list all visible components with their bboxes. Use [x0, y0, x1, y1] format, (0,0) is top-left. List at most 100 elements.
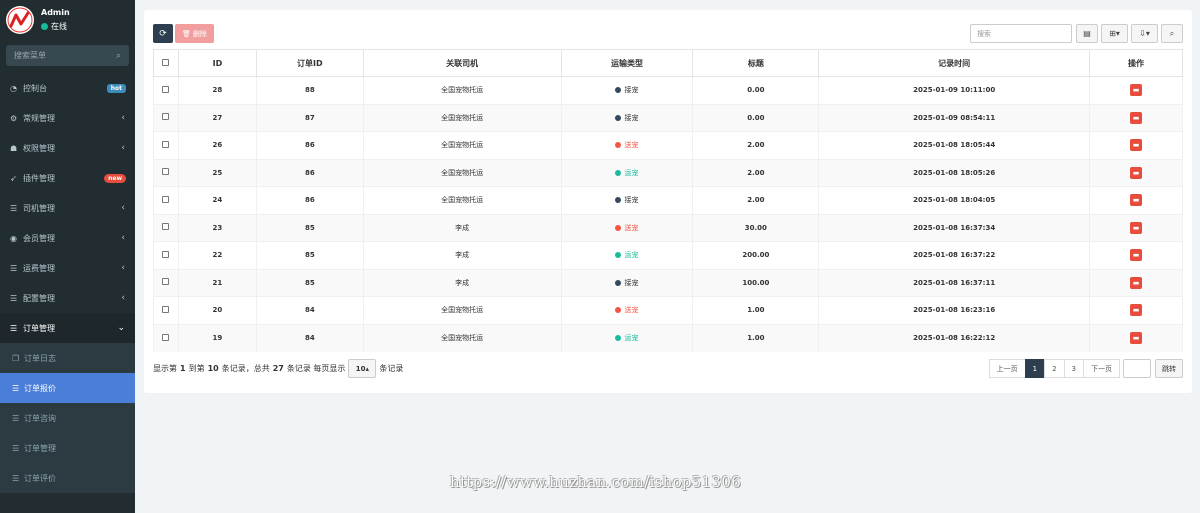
title-cell: 200.00: [692, 241, 820, 269]
delete-button[interactable]: 🗑 删除: [175, 24, 214, 43]
page-button[interactable]: 2: [1044, 359, 1065, 378]
trash-icon: ▬: [1132, 278, 1140, 287]
refresh-button[interactable]: ⟳: [153, 24, 173, 43]
page-size-select[interactable]: 10 ▴: [348, 359, 377, 378]
id-cell: 21: [177, 268, 257, 297]
jump-page-input[interactable]: [1123, 359, 1151, 378]
table-row[interactable]: 27 87 全国宠物托运 接宠 0.00 2025-01-09 08:54:11 ▬: [153, 103, 1183, 132]
table-search-input[interactable]: 搜索: [970, 24, 1072, 43]
row-delete-button[interactable]: ▬: [1130, 166, 1143, 179]
list-icon: ☰: [10, 263, 18, 273]
sidebar-item-auth[interactable]: ☗ 权限管理 ‹: [0, 133, 135, 163]
type-cell: 接宠: [560, 268, 694, 297]
table-row[interactable]: 25 86 全国宠物托运 运宠 2.00 2025-01-08 18:05:26 ▬: [153, 158, 1183, 187]
id-cell: 20: [177, 296, 257, 324]
row-delete-button[interactable]: ▬: [1130, 139, 1143, 152]
sidebar-subitem-order-quote[interactable]: ☰ 订单报价: [0, 373, 135, 403]
order-id-cell: 88: [255, 76, 364, 104]
column-header: 操作: [1089, 49, 1183, 77]
column-header[interactable]: 订单ID: [255, 49, 364, 77]
table-row[interactable]: 23 85 李成 送宠 30.00 2025-01-08 16:37:34 ▬: [153, 213, 1183, 242]
column-header[interactable]: 记录时间: [818, 49, 1091, 77]
table-row[interactable]: 19 84 全国宠物托运 运宠 1.00 2025-01-08 16:22:12 ▬: [153, 323, 1183, 352]
row-delete-button[interactable]: ▬: [1130, 84, 1143, 97]
action-cell: ▬: [1089, 241, 1183, 269]
select-all-checkbox[interactable]: [162, 58, 170, 66]
sidebar-item-addon[interactable]: ➶ 插件管理 new: [0, 163, 135, 193]
row-checkbox[interactable]: [162, 333, 170, 341]
status-dot-icon: [615, 169, 622, 176]
order-id-cell: 85: [255, 241, 364, 269]
column-header[interactable]: 关联司机: [362, 49, 562, 77]
list-icon: ☰: [12, 443, 20, 453]
table-row[interactable]: 28 88 全国宠物托运 接宠 0.00 2025-01-09 10:11:00 ▬: [153, 76, 1183, 104]
list-icon: ☰: [10, 203, 18, 213]
row-delete-button[interactable]: ▬: [1130, 221, 1143, 234]
row-checkbox[interactable]: [162, 305, 170, 313]
toggle-view-button[interactable]: ▤: [1076, 24, 1098, 43]
table-row[interactable]: 21 85 李成 接宠 100.00 2025-01-08 16:37:11 ▬: [153, 268, 1183, 297]
type-cell: 运宠: [560, 241, 694, 269]
title-cell: 100.00: [692, 268, 820, 297]
row-checkbox[interactable]: [162, 85, 170, 93]
prev-page-button[interactable]: 上一页: [988, 359, 1026, 378]
row-checkbox[interactable]: [162, 168, 170, 176]
logo: [6, 6, 34, 34]
sidebar-subitem-order-consult[interactable]: ☰ 订单咨询: [0, 403, 135, 433]
columns-button[interactable]: ⊞▾: [1101, 24, 1128, 43]
menu-search-input[interactable]: [14, 51, 116, 60]
order-id-cell: 86: [255, 186, 364, 214]
row-select-cell: [153, 241, 179, 269]
row-delete-button[interactable]: ▬: [1130, 194, 1143, 207]
row-delete-button[interactable]: ▬: [1130, 111, 1143, 124]
table-row[interactable]: 20 84 全国宠物托运 送宠 1.00 2025-01-08 16:23:16 ▬: [153, 296, 1183, 324]
row-checkbox[interactable]: [162, 113, 170, 121]
column-header[interactable]: 运输类型: [560, 49, 694, 77]
order-id-cell: 85: [255, 213, 364, 242]
sidebar-item-general[interactable]: ⚙ 常规管理 ‹: [0, 103, 135, 133]
sidebar-item-config[interactable]: ☰ 配置管理 ‹: [0, 283, 135, 313]
row-checkbox[interactable]: [162, 140, 170, 148]
chevron-left-icon: ‹: [121, 203, 125, 213]
row-checkbox[interactable]: [162, 250, 170, 258]
row-delete-button[interactable]: ▬: [1130, 332, 1143, 344]
next-page-button[interactable]: 下一页: [1083, 359, 1120, 378]
time-cell: 2025-01-09 08:54:11: [818, 103, 1091, 132]
table-row[interactable]: 24 86 全国宠物托运 接宠 2.00 2025-01-08 18:04:05 ▬: [153, 186, 1183, 214]
order-id-cell: 84: [255, 323, 364, 352]
table-row[interactable]: 26 86 全国宠物托运 送宠 2.00 2025-01-08 18:05:44 ▬: [153, 131, 1183, 159]
sidebar-item-driver[interactable]: ☰ 司机管理 ‹: [0, 193, 135, 223]
action-cell: ▬: [1089, 103, 1183, 132]
chevron-left-icon: ‹: [121, 233, 125, 243]
sidebar-subitem-order-review[interactable]: ☰ 订单评价: [0, 463, 135, 493]
order-id-cell: 84: [255, 296, 364, 324]
row-delete-button[interactable]: ▬: [1130, 276, 1143, 289]
sidebar-item-dashboard[interactable]: ◔ 控制台 hot: [0, 73, 135, 103]
action-cell: ▬: [1089, 158, 1183, 187]
chevron-left-icon: ‹: [121, 293, 125, 303]
export-button[interactable]: ⇩▾: [1131, 24, 1158, 43]
driver-cell: 李成: [362, 268, 562, 297]
row-checkbox[interactable]: [162, 223, 170, 231]
row-delete-button[interactable]: ▬: [1130, 249, 1143, 262]
sidebar-subitem-order-manage[interactable]: ☰ 订单管理: [0, 433, 135, 463]
sidebar-item-order[interactable]: ☰ 订单管理 ⌄: [0, 313, 135, 343]
time-cell: 2025-01-08 18:04:05: [818, 186, 1091, 214]
page-button[interactable]: 1: [1024, 359, 1046, 378]
row-checkbox[interactable]: [162, 278, 170, 286]
id-cell: 19: [177, 323, 257, 352]
watermark: https://www.huzhan.com/ishop51306: [450, 473, 742, 491]
column-header[interactable]: ID: [177, 49, 257, 77]
search-icon[interactable]: ⌕: [116, 51, 121, 61]
page-button[interactable]: 3: [1063, 359, 1084, 378]
table-row[interactable]: 22 85 李成 运宠 200.00 2025-01-08 16:37:22 ▬: [153, 241, 1183, 269]
row-checkbox[interactable]: [162, 195, 170, 203]
type-label: 接宠: [624, 86, 639, 95]
column-header[interactable]: 标题: [692, 49, 820, 77]
jump-button[interactable]: 跳转: [1155, 359, 1183, 378]
sidebar-item-freight[interactable]: ☰ 运费管理 ‹: [0, 253, 135, 283]
sidebar-item-member[interactable]: ◉ 会员管理 ‹: [0, 223, 135, 253]
advanced-search-button[interactable]: ⌕: [1161, 24, 1183, 43]
sidebar-subitem-order-log[interactable]: ❐ 订单日志: [0, 343, 135, 373]
row-delete-button[interactable]: ▬: [1130, 304, 1143, 317]
